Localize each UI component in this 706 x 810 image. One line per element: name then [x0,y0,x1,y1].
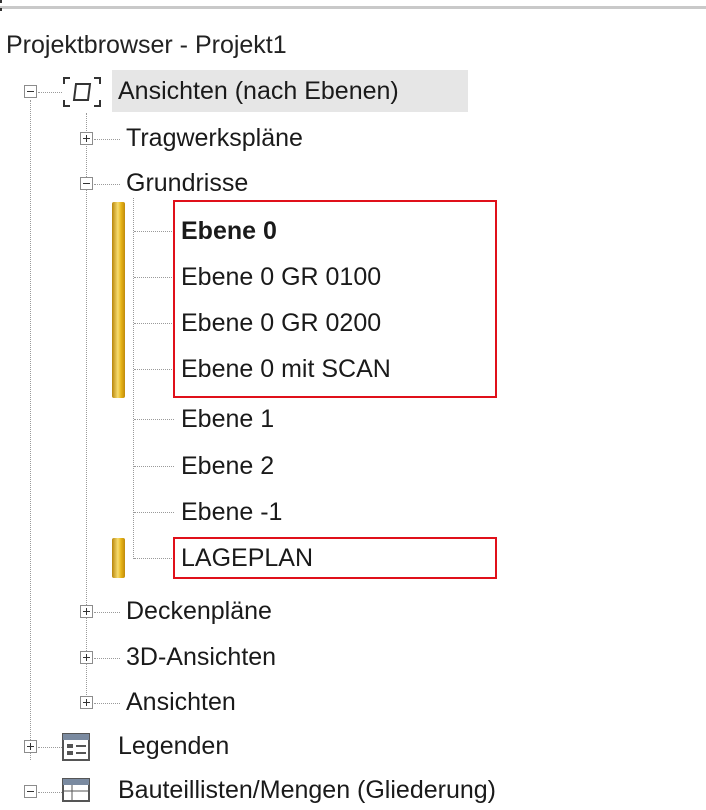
open-view-marker [112,538,125,578]
tree-connector [134,558,174,559]
collapse-icon[interactable] [24,785,37,798]
corner-mark [0,0,2,3]
highlight-box-ebene-0-group [173,200,497,398]
tree-item-grundrisse[interactable]: Grundrisse [126,163,248,203]
tree-connector [38,792,62,793]
tree-item-bauteillisten[interactable]: Bauteillisten/Mengen (Gliederung) [118,770,496,810]
tree-connector [134,369,174,370]
tree-connector [94,184,120,185]
expand-icon[interactable] [80,651,93,664]
tree-connector [38,92,62,93]
tree-connector [94,703,120,704]
tree-connector [38,747,62,748]
tree-connector [94,658,120,659]
highlight-box-lageplan [173,537,497,579]
collapse-icon[interactable] [80,177,93,190]
collapse-icon[interactable] [24,85,37,98]
expand-icon[interactable] [80,132,93,145]
expand-icon[interactable] [80,605,93,618]
tree-line-level2 [133,198,134,559]
tree-item-tragwerksplaene[interactable]: Tragwerkspläne [126,118,303,158]
tree-item-legenden[interactable]: Legenden [118,726,229,766]
open-view-marker [112,202,125,398]
view-frame-icon [63,77,101,107]
schedule-icon [62,778,90,802]
tree-connector [134,512,174,513]
tree-item-ansichten[interactable]: Ansichten [126,682,236,722]
window-top-border [0,6,706,9]
tree-connector [134,466,174,467]
expand-icon[interactable] [80,696,93,709]
corner-mark-2 [0,8,2,11]
tree-item-deckenplaene[interactable]: Deckenpläne [126,591,272,631]
tree-connector [94,139,120,140]
expand-icon[interactable] [24,740,37,753]
tree-item-3d-ansichten[interactable]: 3D-Ansichten [126,637,276,677]
tree-connector [134,231,174,232]
tree-item-ebene-minus-1[interactable]: Ebene -1 [181,492,282,532]
tree-line-root [30,100,31,760]
tree-connector [134,419,174,420]
tree-item-ansichten-nach-ebenen[interactable]: Ansichten (nach Ebenen) [118,71,399,111]
tree-connector [134,323,174,324]
legend-icon [62,733,90,761]
tree-connector [94,612,120,613]
browser-title: Projektbrowser - Projekt1 [6,31,287,59]
tree-item-ebene-2[interactable]: Ebene 2 [181,446,274,486]
tree-item-ebene-1[interactable]: Ebene 1 [181,399,274,439]
tree-connector [134,277,174,278]
